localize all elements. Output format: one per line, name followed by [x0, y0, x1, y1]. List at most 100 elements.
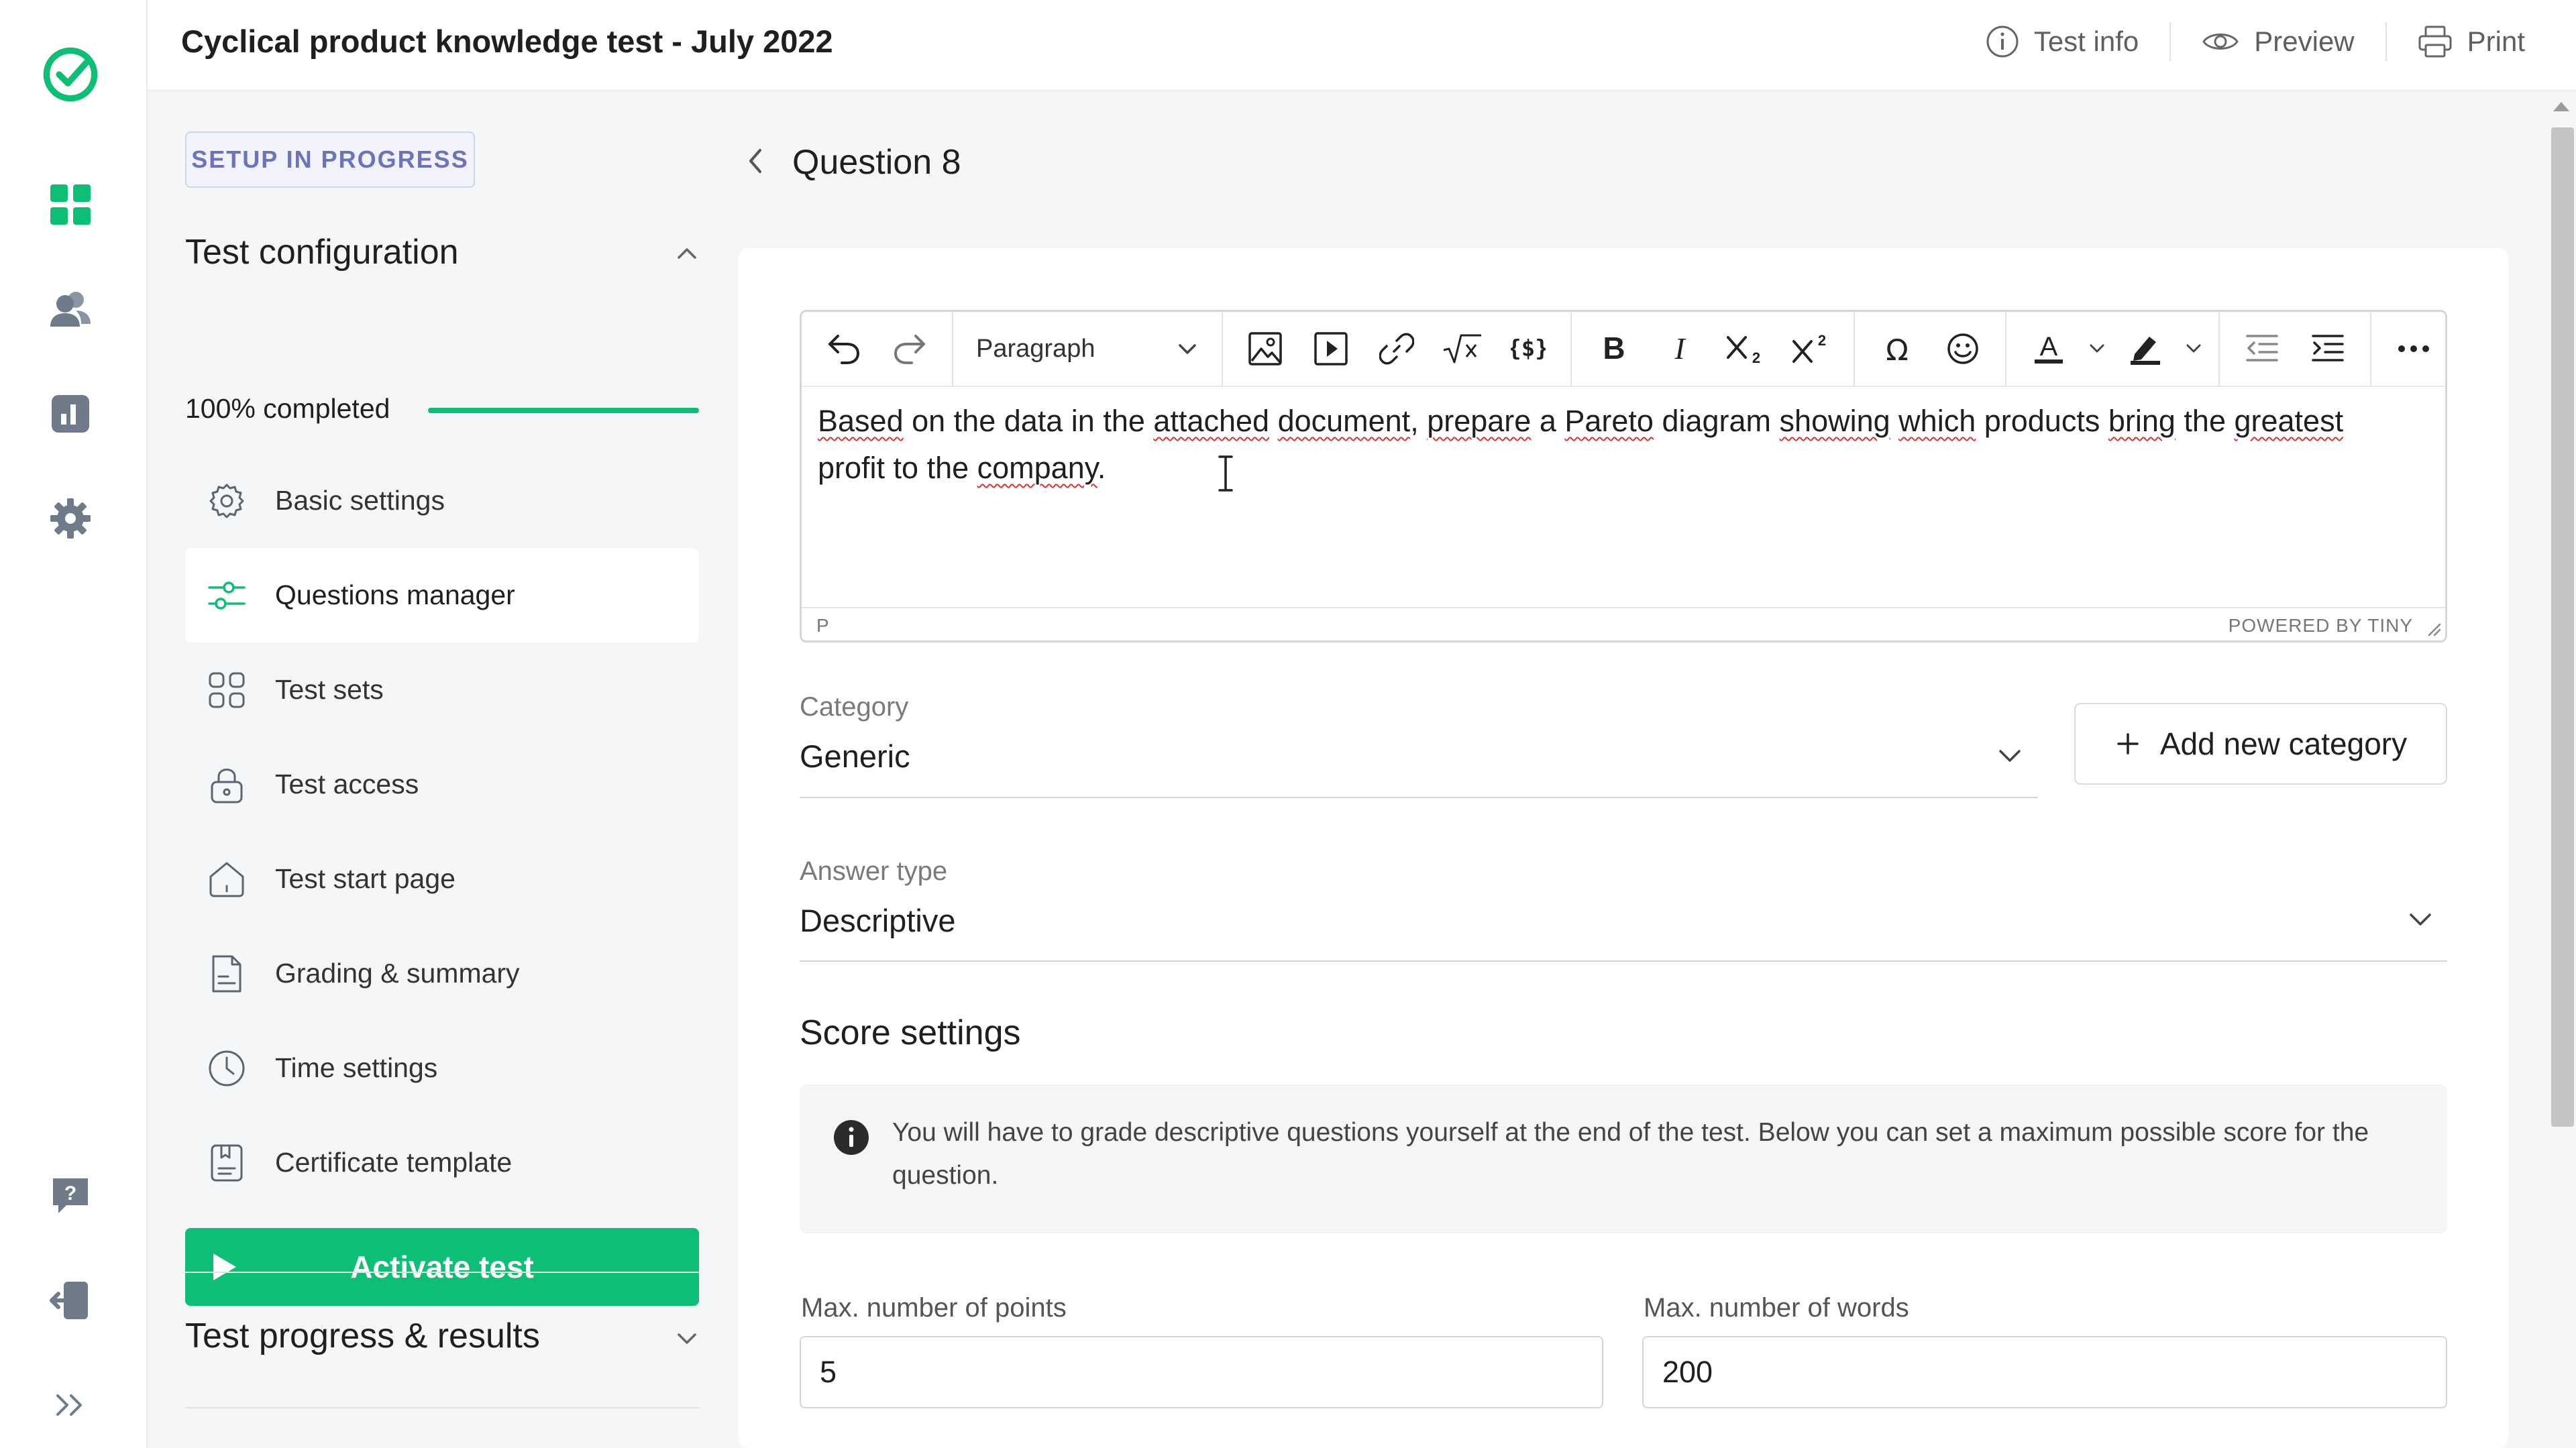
resize-handle-icon[interactable]: [2426, 622, 2441, 636]
redo-button[interactable]: [877, 320, 943, 378]
menu-item-label: Time settings: [275, 1052, 438, 1083]
emoji-button[interactable]: [1930, 320, 1996, 378]
menu-item-questions-manager[interactable]: Questions manager: [185, 548, 699, 643]
highlight-color-button[interactable]: [2112, 320, 2178, 378]
svg-text:B: B: [1603, 332, 1625, 366]
superscript-button[interactable]: 2: [1778, 320, 1844, 378]
scrollbar-thumb[interactable]: [2551, 127, 2574, 1127]
powered-by-link[interactable]: POWERED BY TINY: [2229, 615, 2413, 636]
element-path[interactable]: P: [816, 615, 829, 636]
answer-type-label: Answer type: [800, 856, 948, 886]
logo-check-icon[interactable]: [40, 44, 101, 105]
config-menu: Basic settings Questions manager Test se…: [185, 453, 699, 1210]
answer-type-select[interactable]: Descriptive: [800, 902, 955, 939]
insert-math-button[interactable]: [1430, 320, 1495, 378]
plus-icon: [2117, 733, 2139, 755]
subscript-button[interactable]: 2: [1713, 320, 1778, 378]
gear-icon: [205, 480, 248, 522]
special-character-button[interactable]: Ω: [1864, 320, 1930, 378]
omega-icon: Ω: [1886, 333, 1909, 366]
emoji-icon: [1947, 333, 1978, 364]
highlight-color-dropdown[interactable]: [2178, 320, 2209, 378]
text-color-dropdown[interactable]: [2082, 320, 2112, 378]
chevron-down-icon[interactable]: [672, 1324, 702, 1353]
indent-group: [2220, 311, 2371, 386]
block-format-select[interactable]: Paragraph: [963, 320, 1212, 378]
menu-item-label: Questions manager: [275, 579, 515, 610]
add-new-category-button[interactable]: Add new category: [2074, 703, 2447, 785]
spellcheck-word: company: [977, 451, 1097, 485]
test-title: Cyclical product knowledge test - July 2…: [181, 23, 833, 59]
print-label: Print: [2467, 25, 2525, 57]
eye-icon: [2202, 34, 2239, 50]
editor-text: diagram: [1653, 404, 1780, 438]
settings-gear-icon[interactable]: [40, 488, 101, 549]
preview-label: Preview: [2254, 25, 2355, 57]
activate-test-button[interactable]: Activate test: [185, 1228, 699, 1306]
menu-item-test-sets[interactable]: Test sets: [185, 643, 699, 737]
spellcheck-word: bring: [2108, 404, 2176, 438]
results-section-title[interactable]: Test progress & results: [185, 1316, 540, 1356]
more-options-button[interactable]: [2381, 320, 2447, 378]
grid-squares-icon: [205, 669, 248, 712]
editor-line: Based on the data in the attached docume…: [818, 398, 2428, 445]
editor-line: profit to the company.: [818, 445, 2428, 492]
spellcheck-word: which: [1898, 404, 1976, 438]
menu-item-grading-summary[interactable]: Grading & summary: [185, 926, 699, 1021]
svg-text:2: 2: [1818, 332, 1826, 349]
color-group: A: [2006, 311, 2220, 386]
users-icon[interactable]: [40, 279, 101, 339]
menu-item-test-start-page[interactable]: Test start page: [185, 832, 699, 926]
max-points-input[interactable]: 5: [800, 1336, 1603, 1408]
insert-image-button[interactable]: [1232, 320, 1298, 378]
more-horizontal-icon: [2398, 345, 2429, 352]
print-button[interactable]: Print: [2387, 17, 2556, 66]
max-words-input[interactable]: 200: [1642, 1336, 2447, 1408]
image-icon: [1248, 332, 1282, 366]
video-icon: [1314, 332, 1348, 366]
reports-chart-icon[interactable]: [40, 384, 101, 444]
back-button[interactable]: [738, 141, 773, 181]
menu-item-label: Basic settings: [275, 485, 445, 516]
indent-button[interactable]: [2295, 320, 2361, 378]
menu-item-basic-settings[interactable]: Basic settings: [185, 453, 699, 548]
chevron-down-icon[interactable]: [2406, 904, 2435, 934]
lock-icon: [205, 763, 248, 806]
help-icon[interactable]: ?: [40, 1166, 101, 1226]
test-info-button[interactable]: Test info: [1955, 17, 2169, 66]
answer-type-underline: [800, 960, 2447, 962]
text-color-button[interactable]: A: [2016, 320, 2082, 378]
category-select[interactable]: Generic: [800, 738, 910, 775]
divider: [185, 1407, 699, 1408]
max-points-label: Max. number of points: [801, 1293, 1067, 1323]
menu-item-time-settings[interactable]: Time settings: [185, 1021, 699, 1115]
menu-item-label: Certificate template: [275, 1147, 513, 1178]
outdent-button[interactable]: [2229, 320, 2295, 378]
logout-icon[interactable]: [40, 1270, 101, 1331]
scroll-up-arrow-icon[interactable]: [2553, 102, 2569, 111]
square-root-icon: [1443, 334, 1481, 364]
score-settings-title: Score settings: [800, 1013, 1021, 1052]
config-section-title[interactable]: Test configuration: [185, 232, 459, 272]
add-new-category-label: Add new category: [2159, 726, 2408, 761]
menu-item-certificate-template[interactable]: Certificate template: [185, 1115, 699, 1210]
undo-button[interactable]: [811, 320, 877, 378]
dashboard-grid-icon[interactable]: [40, 174, 101, 235]
expand-icon[interactable]: [40, 1375, 101, 1435]
chevron-down-icon[interactable]: [1995, 740, 2025, 770]
insert-link-button[interactable]: [1364, 320, 1430, 378]
italic-button[interactable]: I: [1647, 320, 1713, 378]
outdent-icon: [2246, 335, 2278, 361]
preview-button[interactable]: Preview: [2171, 17, 2385, 66]
spellcheck-word: Based: [818, 404, 904, 438]
editor-text: products: [1976, 404, 2108, 438]
menu-item-test-access[interactable]: Test access: [185, 737, 699, 832]
format-group: Paragraph: [953, 311, 1223, 386]
bold-button[interactable]: B: [1581, 320, 1647, 378]
chevron-up-icon[interactable]: [672, 239, 702, 268]
insert-code-button[interactable]: {$}: [1495, 320, 1561, 378]
chevron-down-icon: [2186, 344, 2201, 353]
link-icon: [1379, 333, 1414, 365]
editor-content[interactable]: Based on the data in the attached docume…: [818, 398, 2428, 492]
insert-media-button[interactable]: [1298, 320, 1364, 378]
